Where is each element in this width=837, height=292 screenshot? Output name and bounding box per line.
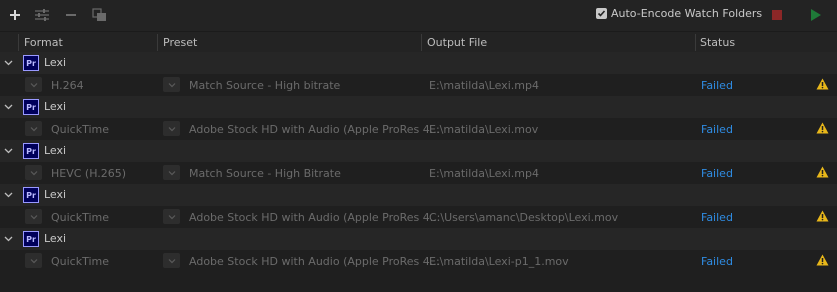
- column-divider[interactable]: [157, 34, 158, 51]
- preset-value[interactable]: Adobe Stock HD with Audio (Apple ProRes …: [189, 123, 440, 136]
- group-name: Lexi: [44, 56, 67, 69]
- queue-group[interactable]: Pr Lexi: [0, 228, 837, 251]
- queue-header: Format Preset Output File Status: [0, 31, 837, 54]
- column-output-file[interactable]: Output File: [427, 36, 487, 49]
- queue-row[interactable]: QuickTime Adobe Stock HD with Audio (App…: [0, 250, 837, 273]
- output-file-value[interactable]: E:\matilda\Lexi.mov: [429, 123, 538, 136]
- status-badge: Failed: [701, 211, 733, 224]
- premiere-icon: Pr: [23, 143, 39, 159]
- premiere-icon: Pr: [23, 187, 39, 203]
- preset-value[interactable]: Adobe Stock HD with Audio (Apple ProRes …: [189, 255, 440, 268]
- format-value[interactable]: QuickTime: [51, 255, 109, 268]
- column-status[interactable]: Status: [700, 36, 735, 49]
- output-file-value[interactable]: E:\matilda\Lexi.mp4: [429, 79, 539, 92]
- output-file-value[interactable]: C:\Users\amanc\Desktop\Lexi.mov: [429, 211, 618, 224]
- chevron-down-icon[interactable]: [25, 253, 42, 268]
- queue-row[interactable]: QuickTime Adobe Stock HD with Audio (App…: [0, 118, 837, 141]
- queue-row[interactable]: HEVC (H.265) Match Source - High Bitrate…: [0, 162, 837, 185]
- output-file-value[interactable]: E:\matilda\Lexi-p1_1.mov: [429, 255, 569, 268]
- queue-group[interactable]: Pr Lexi: [0, 140, 837, 163]
- column-preset[interactable]: Preset: [163, 36, 197, 49]
- queue-group[interactable]: Pr Lexi: [0, 96, 837, 119]
- format-value[interactable]: QuickTime: [51, 211, 109, 224]
- chevron-down-icon[interactable]: [4, 145, 13, 158]
- watch-folders-label: Auto-Encode Watch Folders: [611, 7, 763, 20]
- group-name: Lexi: [44, 232, 67, 245]
- warning-icon[interactable]: [816, 78, 829, 93]
- stop-icon[interactable]: [772, 10, 782, 20]
- premiere-icon: Pr: [23, 231, 39, 247]
- queue-row[interactable]: QuickTime Adobe Stock HD with Audio (App…: [0, 206, 837, 229]
- chevron-down-icon[interactable]: [163, 121, 180, 136]
- chevron-down-icon[interactable]: [4, 101, 13, 114]
- sliders-icon[interactable]: [33, 6, 51, 24]
- queue-empty-area: [0, 272, 837, 292]
- chevron-down-icon[interactable]: [163, 165, 180, 180]
- premiere-icon: Pr: [23, 99, 39, 115]
- plus-icon[interactable]: [6, 6, 24, 24]
- warning-icon[interactable]: [816, 210, 829, 225]
- queue-group[interactable]: Pr Lexi: [0, 52, 837, 75]
- output-file-value[interactable]: E:\matilda\Lexi.mp4: [429, 167, 539, 180]
- column-format[interactable]: Format: [24, 36, 63, 49]
- status-badge: Failed: [701, 167, 733, 180]
- chevron-down-icon[interactable]: [25, 121, 42, 136]
- warning-icon[interactable]: [816, 254, 829, 269]
- chevron-down-icon[interactable]: [163, 77, 180, 92]
- checkbox-icon[interactable]: [596, 8, 607, 19]
- column-divider[interactable]: [695, 34, 696, 51]
- column-divider[interactable]: [18, 34, 19, 51]
- chevron-down-icon[interactable]: [25, 77, 42, 92]
- duplicate-icon[interactable]: [90, 6, 108, 24]
- status-badge: Failed: [701, 79, 733, 92]
- group-name: Lexi: [44, 100, 67, 113]
- queue-row[interactable]: H.264 Match Source - High bitrate E:\mat…: [0, 74, 837, 97]
- preset-value[interactable]: Adobe Stock HD with Audio (Apple ProRes …: [189, 211, 440, 224]
- format-value[interactable]: QuickTime: [51, 123, 109, 136]
- chevron-down-icon[interactable]: [4, 57, 13, 70]
- premiere-icon: Pr: [23, 55, 39, 71]
- watch-folders-toggle[interactable]: Auto-Encode Watch Folders: [596, 7, 762, 20]
- preset-value[interactable]: Match Source - High Bitrate: [189, 167, 341, 180]
- status-badge: Failed: [701, 123, 733, 136]
- column-divider[interactable]: [421, 34, 422, 51]
- chevron-down-icon[interactable]: [4, 233, 13, 246]
- status-badge: Failed: [701, 255, 733, 268]
- format-value[interactable]: HEVC (H.265): [51, 167, 126, 180]
- chevron-down-icon[interactable]: [4, 189, 13, 202]
- play-icon[interactable]: [811, 9, 821, 21]
- warning-icon[interactable]: [816, 166, 829, 181]
- chevron-down-icon[interactable]: [25, 209, 42, 224]
- group-name: Lexi: [44, 188, 67, 201]
- preset-value[interactable]: Match Source - High bitrate: [189, 79, 340, 92]
- chevron-down-icon[interactable]: [163, 209, 180, 224]
- chevron-down-icon[interactable]: [25, 165, 42, 180]
- warning-icon[interactable]: [816, 122, 829, 137]
- minus-icon[interactable]: [62, 6, 80, 24]
- toolbar: Auto-Encode Watch Folders: [0, 0, 837, 30]
- chevron-down-icon[interactable]: [163, 253, 180, 268]
- queue-group[interactable]: Pr Lexi: [0, 184, 837, 207]
- group-name: Lexi: [44, 144, 67, 157]
- format-value[interactable]: H.264: [51, 79, 84, 92]
